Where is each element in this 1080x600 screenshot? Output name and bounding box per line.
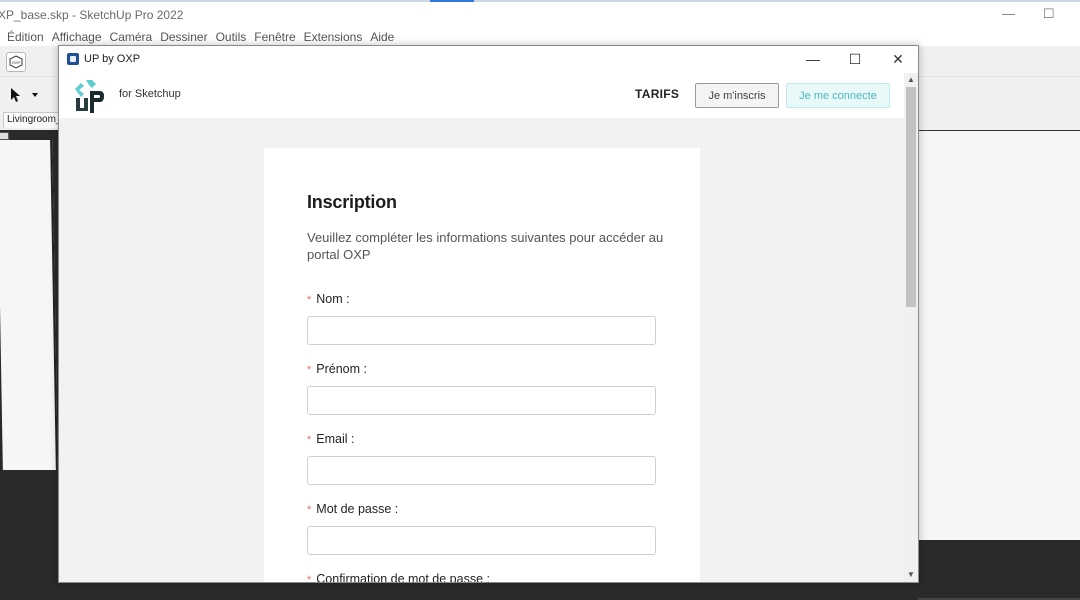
menu-edition[interactable]: Édition bbox=[7, 28, 44, 46]
oxp-cube-icon: OXP bbox=[9, 55, 23, 69]
menu-fenetre[interactable]: Fenêtre bbox=[254, 28, 295, 46]
form-subtitle: Veuillez compléter les informations suiv… bbox=[307, 230, 664, 262]
nom-label: * Nom : bbox=[307, 292, 350, 306]
maximize-icon[interactable]: ☐ bbox=[840, 50, 870, 70]
nom-input[interactable] bbox=[307, 316, 656, 345]
chevron-down-icon bbox=[32, 93, 38, 97]
plugin-header: for Sketchup TARIFS Je m'inscris Je me c… bbox=[59, 73, 904, 118]
email-input[interactable] bbox=[307, 456, 656, 485]
menu-extensions[interactable]: Extensions bbox=[304, 28, 363, 46]
close-icon[interactable]: ✕ bbox=[883, 50, 913, 70]
menu-affichage[interactable]: Affichage bbox=[52, 28, 102, 46]
oxp-extension-button[interactable]: OXP bbox=[6, 52, 26, 72]
scrollbar[interactable]: ▲ ▼ bbox=[904, 73, 918, 582]
scrollbar-thumb[interactable] bbox=[906, 87, 916, 307]
password-input[interactable] bbox=[307, 526, 656, 555]
maximize-icon[interactable]: ☐ bbox=[1043, 6, 1055, 22]
password-label: * Mot de passe : bbox=[307, 502, 398, 516]
menu-dessiner[interactable]: Dessiner bbox=[160, 28, 207, 46]
minimize-icon[interactable]: — bbox=[1002, 6, 1015, 21]
sketchup-window-title: XP_base.skp - SketchUp Pro 2022 bbox=[0, 8, 184, 22]
required-marker: * bbox=[307, 574, 312, 583]
required-marker: * bbox=[307, 434, 312, 446]
password-confirm-label-text: Confirmation de mot de passe : bbox=[316, 572, 490, 583]
registration-card: Inscription Veuillez compléter les infor… bbox=[264, 148, 700, 583]
email-label-text: Email : bbox=[316, 432, 355, 446]
prenom-label: * Prénom : bbox=[307, 362, 367, 376]
menu-camera[interactable]: Caméra bbox=[110, 28, 153, 46]
sketchup-menubar: Édition Affichage Caméra Dessiner Outils… bbox=[0, 28, 1080, 46]
required-marker: * bbox=[307, 294, 312, 306]
up-by-oxp-window: UP by OXP — ☐ ✕ for Sketchup TARIFS Je m… bbox=[58, 45, 919, 583]
required-marker: * bbox=[307, 364, 312, 376]
menu-outils[interactable]: Outils bbox=[216, 28, 247, 46]
svg-text:OXP: OXP bbox=[12, 60, 21, 65]
login-button[interactable]: Je me connecte bbox=[786, 83, 890, 108]
form-title: Inscription bbox=[307, 192, 397, 212]
menu-aide[interactable]: Aide bbox=[370, 28, 394, 46]
register-button[interactable]: Je m'inscris bbox=[695, 83, 779, 108]
nav-tarifs-link[interactable]: TARIFS bbox=[635, 87, 679, 101]
scroll-down-icon[interactable]: ▼ bbox=[904, 568, 918, 582]
scroll-up-icon[interactable]: ▲ bbox=[904, 73, 918, 87]
select-tool-button[interactable] bbox=[8, 84, 52, 106]
minimize-icon[interactable]: — bbox=[798, 50, 828, 70]
required-marker: * bbox=[307, 504, 312, 516]
nom-label-text: Nom : bbox=[316, 292, 350, 306]
up-logo-icon bbox=[75, 80, 104, 113]
plugin-body: Inscription Veuillez compléter les infor… bbox=[59, 118, 904, 583]
app-icon bbox=[67, 53, 79, 65]
model-wall-right bbox=[918, 130, 1080, 540]
sketchup-titlebar: XP_base.skp - SketchUp Pro 2022 — ☐ bbox=[0, 2, 1080, 28]
select-arrow-icon bbox=[11, 88, 20, 102]
password-label-text: Mot de passe : bbox=[316, 502, 399, 516]
plugin-titlebar: UP by OXP — ☐ ✕ bbox=[59, 46, 918, 73]
plugin-window-title: UP by OXP bbox=[84, 53, 141, 65]
wall-cap bbox=[0, 132, 10, 140]
password-confirm-label: * Confirmation de mot de passe : bbox=[307, 572, 490, 583]
model-wall-left bbox=[0, 132, 58, 470]
tagline: for Sketchup bbox=[119, 88, 181, 100]
prenom-label-text: Prénom : bbox=[316, 362, 367, 376]
prenom-input[interactable] bbox=[307, 386, 656, 415]
email-label: * Email : bbox=[307, 432, 354, 446]
scene-tab[interactable]: Livingroom_ bbox=[3, 112, 59, 128]
